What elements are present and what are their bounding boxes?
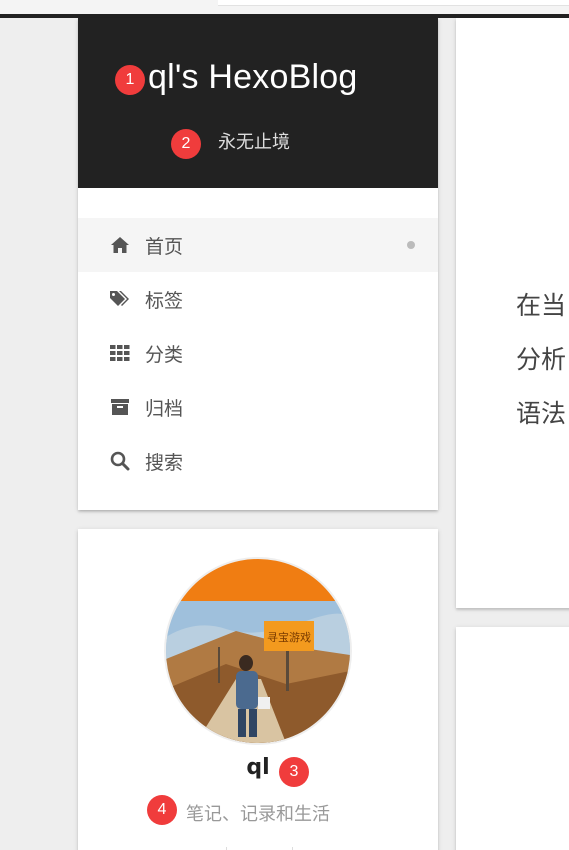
site-subtitle: 永无止境 [218,132,290,153]
site-brand: ql's HexoBlog 永无止境 [78,18,438,188]
menu-item-tags[interactable]: 标签 [78,272,438,326]
menu-item-archives[interactable]: 归档 [78,380,438,434]
menu-label-search: 搜索 [145,451,184,474]
menu-item-home[interactable]: 首页 [78,218,438,272]
annotation-badge-3: 3 [279,757,309,787]
author-description: 笔记、记录和生活 [186,804,330,825]
avatar-poster-text: 寻宝游戏 [267,630,311,644]
annotation-badge-2: 2 [171,129,201,159]
author-name: ql [246,755,270,780]
menu-item-categories[interactable]: 分类 [78,326,438,380]
archive-icon [108,395,132,419]
search-icon [108,449,132,473]
author-card: 寻宝游戏 ql 笔记、记录和生活 [78,529,438,850]
author-avatar[interactable]: 寻宝游戏 [164,557,352,745]
annotation-badge-1: 1 [115,65,145,95]
menu-label-tags: 标签 [145,289,184,312]
menu-label-archives: 归档 [145,397,184,420]
home-icon [108,233,132,257]
annotation-badge-4: 4 [147,795,177,825]
post-text-line: 在当 [516,291,567,320]
menu-label-home: 首页 [145,235,184,258]
menu-label-categories: 分类 [145,343,184,366]
active-indicator-dot [407,241,415,249]
main-menu: 首页 标签 分类 归档 搜索 [78,218,438,488]
grid-icon [108,341,132,365]
tags-icon [108,287,132,311]
menu-item-search[interactable]: 搜索 [78,434,438,488]
site-title[interactable]: ql's HexoBlog [148,58,357,97]
post-text-line: 语法 [516,399,567,428]
address-bar-edge [218,0,569,6]
site-state-dividers [78,845,438,850]
post-preview-card: 在当 分析 语法 [456,18,569,608]
post-preview-card-2 [456,627,569,850]
post-text-line: 分析 [516,345,567,374]
browser-top-strip [0,0,569,14]
